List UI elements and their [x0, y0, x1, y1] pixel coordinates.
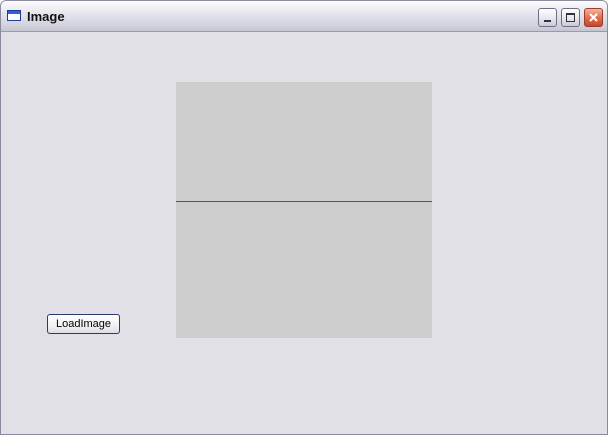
maximize-button[interactable] — [561, 8, 580, 27]
minimize-icon — [544, 20, 551, 22]
maximize-icon — [566, 13, 575, 22]
close-icon — [589, 13, 598, 22]
close-button[interactable] — [584, 8, 603, 27]
load-image-button[interactable]: LoadImage — [47, 314, 120, 334]
title-bar[interactable]: Image — [1, 1, 607, 32]
image-panel — [176, 82, 432, 338]
window-title: Image — [27, 9, 65, 24]
app-window: Image LoadImage — [0, 0, 608, 435]
minimize-button[interactable] — [538, 8, 557, 27]
window-icon[interactable] — [7, 10, 21, 21]
horizontal-red-line — [176, 201, 432, 202]
